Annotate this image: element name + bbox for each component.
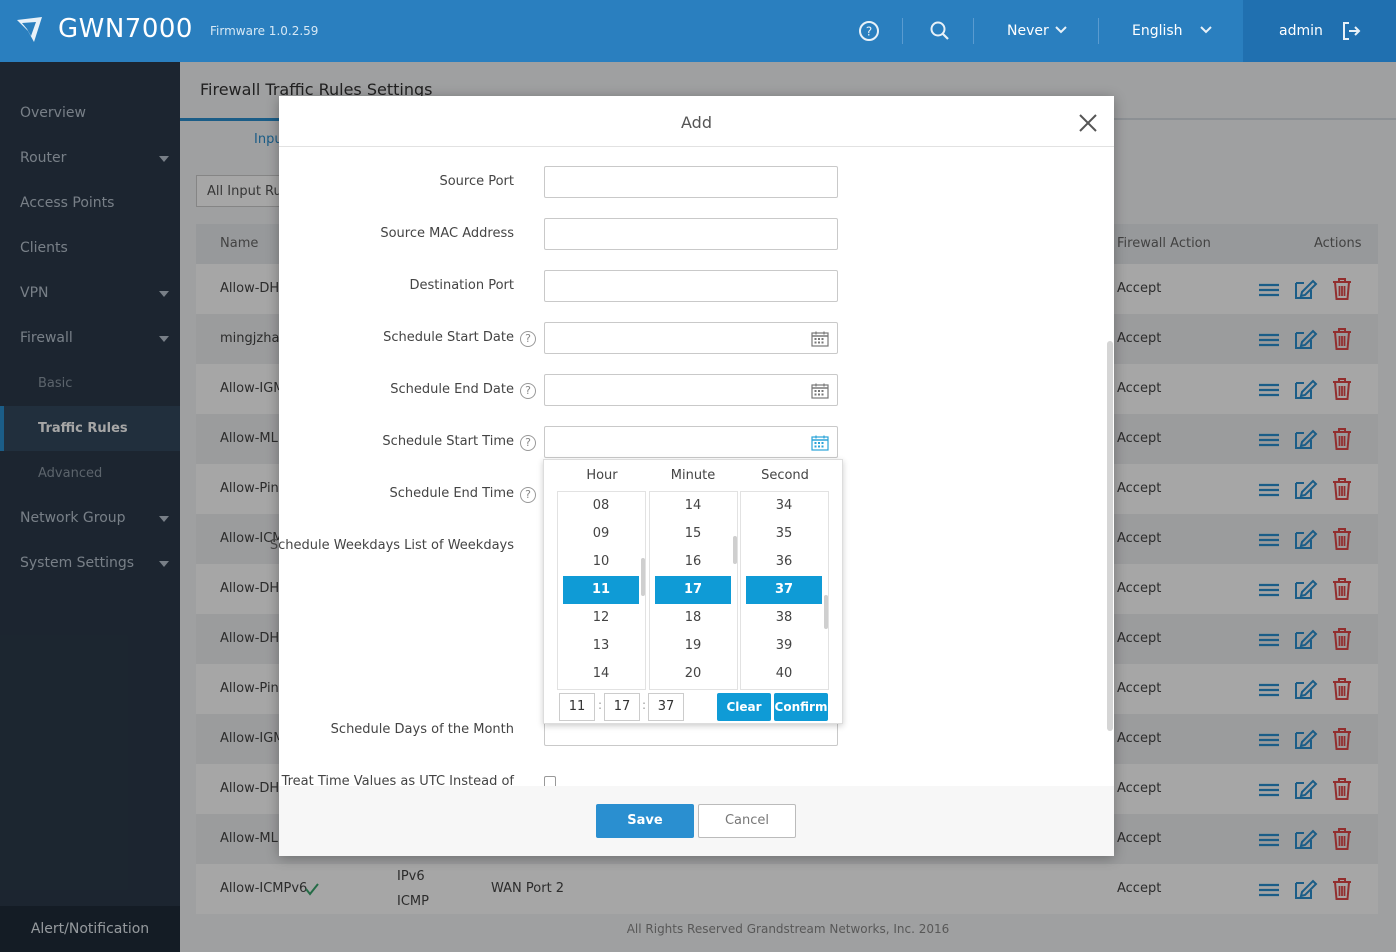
hour-option[interactable]: 09 <box>563 520 639 548</box>
firmware-version: Firmware 1.0.2.59 <box>210 24 319 38</box>
second-column[interactable]: 34 35 36 37 38 39 40 <box>740 491 829 690</box>
schedule-end-date-input[interactable] <box>544 374 838 406</box>
source-mac-label: Source MAC Address <box>380 226 514 241</box>
search-icon[interactable] <box>929 20 951 42</box>
minute-column-header: Minute <box>670 468 716 483</box>
calendar-icon[interactable] <box>811 383 829 399</box>
schedule-start-date-label: Schedule Start Date <box>383 330 514 345</box>
destination-port-input[interactable] <box>544 270 838 302</box>
second-input[interactable]: 37 <box>648 693 684 721</box>
destination-port-label: Destination Port <box>409 278 514 293</box>
minute-option[interactable]: 17 <box>655 576 731 604</box>
hour-scrollbar[interactable] <box>641 558 645 596</box>
hour-input[interactable]: 11 <box>559 693 595 721</box>
chevron-down-icon[interactable] <box>1053 22 1069 38</box>
minute-scrollbar[interactable] <box>733 536 737 564</box>
user-menu[interactable]: admin <box>1243 0 1396 62</box>
minute-column[interactable]: 14 15 16 17 18 19 20 <box>649 491 738 690</box>
divider <box>902 18 903 44</box>
second-option[interactable]: 39 <box>746 632 822 660</box>
hour-option[interactable]: 08 <box>563 492 639 520</box>
calendar-icon[interactable] <box>811 435 829 451</box>
dialog-footer: Save Cancel <box>279 786 1114 856</box>
dialog-title: Add <box>681 113 712 132</box>
source-port-input[interactable] <box>544 166 838 198</box>
dialog-header: Add <box>279 96 1114 147</box>
timeout-select[interactable]: Never <box>1007 23 1049 39</box>
schedule-end-date-label: Schedule End Date <box>390 382 514 397</box>
dialog-scrollbar[interactable] <box>1107 341 1113 731</box>
minute-option[interactable]: 14 <box>655 492 731 520</box>
clear-button[interactable]: Clear <box>717 693 771 721</box>
schedule-start-time-label: Schedule Start Time <box>382 434 514 449</box>
second-scrollbar[interactable] <box>824 595 828 629</box>
second-option[interactable]: 35 <box>746 520 822 548</box>
help-icon[interactable]: ? <box>858 20 880 42</box>
cancel-button[interactable]: Cancel <box>698 804 796 838</box>
chevron-down-icon[interactable] <box>1198 22 1214 38</box>
minute-option[interactable]: 15 <box>655 520 731 548</box>
confirm-button[interactable]: Confirm <box>774 693 828 721</box>
help-icon[interactable]: ? <box>520 435 536 451</box>
svg-text:?: ? <box>866 25 872 39</box>
hour-option[interactable]: 11 <box>563 576 639 604</box>
language-select[interactable]: English <box>1132 23 1183 39</box>
time-picker-footer: 11 : 17 : 37 Clear Confirm <box>544 690 844 724</box>
hour-column[interactable]: 08 09 10 11 12 13 14 <box>557 491 646 690</box>
minute-option[interactable]: 19 <box>655 632 731 660</box>
source-mac-input[interactable] <box>544 218 838 250</box>
hour-column-header: Hour <box>586 468 618 483</box>
brand-title: GWN7000 <box>58 14 193 44</box>
calendar-icon[interactable] <box>811 331 829 347</box>
help-icon[interactable]: ? <box>520 383 536 399</box>
second-column-header: Second <box>761 468 809 483</box>
top-bar: GWN7000 Firmware 1.0.2.59 ? Never Englis… <box>0 0 1396 62</box>
help-icon[interactable]: ? <box>520 487 536 503</box>
second-option[interactable]: 40 <box>746 660 822 688</box>
divider <box>1098 18 1099 44</box>
second-option[interactable]: 38 <box>746 604 822 632</box>
second-option[interactable]: 36 <box>746 548 822 576</box>
help-icon[interactable]: ? <box>520 331 536 347</box>
minute-option[interactable]: 18 <box>655 604 731 632</box>
minute-option[interactable]: 16 <box>655 548 731 576</box>
second-option[interactable]: 34 <box>746 492 822 520</box>
hour-option[interactable]: 10 <box>563 548 639 576</box>
save-button[interactable]: Save <box>596 804 694 838</box>
source-port-label: Source Port <box>439 174 514 189</box>
time-separator: : <box>598 698 603 712</box>
minute-input[interactable]: 17 <box>604 693 640 721</box>
schedule-days-of-month-label: Schedule Days of the Month <box>330 722 514 737</box>
divider <box>973 18 974 44</box>
time-picker: Hour Minute Second 08 09 10 11 12 13 14 14 15 16… <box>543 459 843 724</box>
username: admin <box>1279 23 1323 39</box>
hour-option[interactable]: 13 <box>563 632 639 660</box>
logout-icon[interactable] <box>1341 21 1361 41</box>
close-icon[interactable] <box>1077 112 1099 134</box>
hour-option[interactable]: 12 <box>563 604 639 632</box>
second-option[interactable]: 37 <box>746 576 822 604</box>
minute-option[interactable]: 20 <box>655 660 731 688</box>
schedule-start-date-input[interactable] <box>544 322 838 354</box>
grandstream-logo-icon <box>17 17 42 42</box>
hour-option[interactable]: 14 <box>563 660 639 688</box>
schedule-weekdays-label: Schedule Weekdays List of Weekdays <box>269 538 514 553</box>
schedule-start-time-input[interactable] <box>544 426 838 458</box>
time-separator: : <box>642 698 647 712</box>
schedule-end-time-label: Schedule End Time <box>389 486 514 501</box>
